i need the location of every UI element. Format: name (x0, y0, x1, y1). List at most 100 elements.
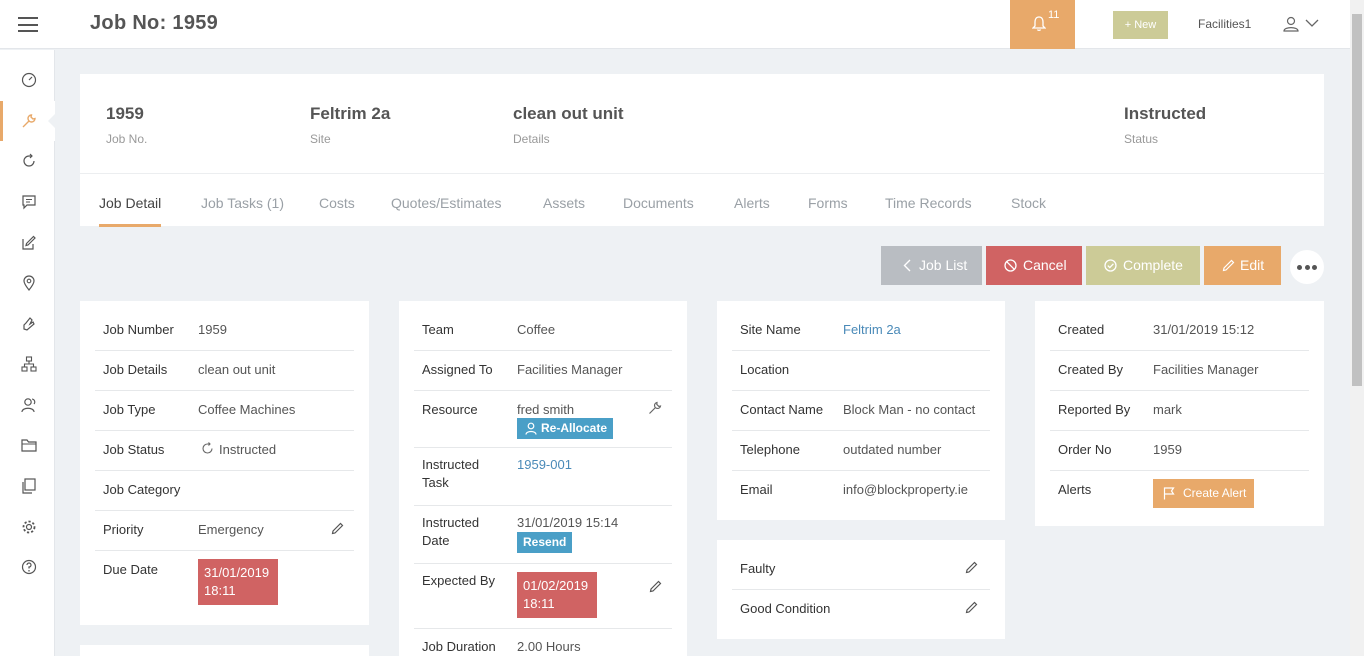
field-label: Priority (103, 522, 144, 537)
complete-button[interactable]: Complete (1086, 246, 1200, 285)
tab-forms[interactable]: Forms (808, 195, 848, 211)
chat-icon (22, 195, 36, 210)
sidebar-item-messages[interactable] (0, 182, 55, 222)
due-date-line2: 18:11 (204, 583, 236, 598)
field-label: Due Date (103, 562, 158, 577)
dashboard-icon (21, 72, 37, 88)
instructed-date-row: Instructed Date 31/01/2019 15:14 Resend (414, 506, 672, 564)
sidebar-item-locations[interactable] (0, 263, 55, 303)
field-label: Created By (1058, 362, 1124, 377)
due-date-row: Due Date 31/01/2019 18:11 (95, 551, 354, 615)
contact-name-value: Block Man - no contact (843, 402, 976, 417)
sidebar-item-dashboard[interactable] (0, 60, 55, 100)
top-bar: Job No: 1959 11 + New Facilities1 (0, 0, 1350, 49)
field-label: Alerts (1058, 482, 1092, 497)
tab-assets[interactable]: Assets (543, 195, 585, 211)
reallocate-button[interactable]: Re-Allocate (517, 418, 614, 439)
sidebar-item-refresh[interactable] (0, 141, 55, 181)
tab-alerts[interactable]: Alerts (734, 195, 770, 211)
edit-icon (22, 235, 36, 250)
job-list-button[interactable]: Job List (881, 246, 982, 285)
field-label: Faulty (740, 561, 776, 576)
scrollbar-thumb[interactable] (1352, 14, 1362, 386)
expected-by-line1: 01/02/2019 (523, 578, 589, 593)
hand-icon (23, 317, 35, 331)
condition-card: Faulty Good Condition (717, 540, 1005, 639)
help-icon (21, 559, 37, 575)
created-by-value: Facilities Manager (1153, 362, 1259, 377)
wrench-icon[interactable] (648, 401, 662, 415)
sidebar-item-users[interactable] (0, 385, 55, 425)
tab-costs[interactable]: Costs (319, 195, 355, 211)
tab-stock[interactable]: Stock (1011, 195, 1046, 211)
job-duration-row: Job Duration 2.00 Hours (414, 629, 672, 656)
good-condition-row: Good Condition (732, 590, 990, 630)
chevron-down-icon[interactable] (1305, 19, 1319, 28)
new-button[interactable]: + New (1113, 11, 1168, 39)
instructed-task-row: Instructed Task 1959-001 (414, 448, 672, 506)
site-value: Feltrim 2a (310, 104, 391, 123)
edit-pencil-icon[interactable] (649, 580, 662, 593)
tab-documents[interactable]: Documents (623, 195, 694, 211)
menu-icon[interactable] (18, 17, 38, 32)
documents-icon (22, 478, 36, 494)
tab-job-tasks[interactable]: Job Tasks (1) (201, 195, 284, 211)
create-alert-button[interactable]: Create Alert (1153, 479, 1255, 508)
user-name[interactable]: Facilities1 (1198, 17, 1251, 31)
scrollbar[interactable] (1350, 0, 1364, 656)
bell-icon (1032, 16, 1046, 31)
job-category-row: Job Category (95, 471, 354, 511)
sidebar-item-contractors[interactable] (0, 304, 55, 344)
summary-details: clean out unit Details (513, 104, 624, 146)
edit-pencil-icon[interactable] (331, 522, 344, 535)
notifications-button[interactable]: 11 (1010, 0, 1075, 49)
created-by-row: Created By Facilities Manager (1050, 351, 1309, 391)
location-row: Location (732, 351, 990, 391)
site-name-link[interactable]: Feltrim 2a (843, 321, 901, 339)
sidebar-item-help[interactable] (0, 547, 55, 587)
sidebar-item-settings[interactable] (0, 507, 55, 547)
edit-pencil-icon[interactable] (965, 561, 978, 574)
status-value: Instructed (1124, 104, 1207, 123)
field-label: Instructed Date (422, 514, 479, 550)
reallocate-label: Re-Allocate (541, 421, 608, 435)
cancel-label: Cancel (1023, 257, 1067, 273)
field-label: Job Duration (422, 639, 496, 654)
resend-button[interactable]: Resend (517, 532, 573, 553)
due-date-badge: 31/01/2019 18:11 (198, 559, 278, 605)
telephone-value: outdated number (843, 442, 942, 457)
summary-site: Feltrim 2a Site (310, 104, 390, 146)
user-icon[interactable] (1283, 16, 1299, 32)
status-label: Status (1124, 132, 1159, 146)
cancel-button[interactable]: Cancel (986, 246, 1082, 285)
site-label: Site (310, 132, 331, 146)
ban-icon (1004, 259, 1017, 272)
hierarchy-icon (21, 356, 37, 372)
more-options-button[interactable] (1290, 250, 1324, 284)
field-label: Job Number (103, 322, 174, 337)
instructed-task-link[interactable]: 1959-001 (517, 456, 572, 474)
page-title: Job No: 1959 (90, 12, 219, 34)
field-label: Reported By (1058, 402, 1131, 417)
notifications-count: 11 (1048, 9, 1060, 21)
tab-job-detail[interactable]: Job Detail (99, 195, 162, 227)
team-value: Coffee (517, 322, 556, 337)
create-alert-label: Create Alert (1183, 486, 1247, 500)
tab-time-records[interactable]: Time Records (885, 195, 972, 211)
sidebar-item-forms[interactable] (0, 223, 55, 263)
faulty-row: Faulty (732, 550, 990, 590)
sidebar-item-folders[interactable] (0, 425, 55, 465)
status-refresh-icon (202, 442, 213, 454)
priority-value: Emergency (198, 522, 264, 537)
edit-button[interactable]: Edit (1204, 246, 1281, 285)
job-no-value: 1959 (106, 104, 144, 123)
assigned-to-value: Facilities Manager (517, 362, 623, 377)
email-value: info@blockproperty.ie (843, 482, 968, 497)
chevron-left-icon (903, 259, 911, 272)
sidebar (0, 50, 56, 656)
sidebar-item-documents[interactable] (0, 466, 55, 506)
sidebar-item-hierarchy[interactable] (0, 344, 55, 384)
tab-quotes-estimates[interactable]: Quotes/Estimates (391, 195, 502, 211)
edit-pencil-icon[interactable] (965, 601, 978, 614)
sidebar-item-jobs[interactable] (0, 101, 56, 141)
